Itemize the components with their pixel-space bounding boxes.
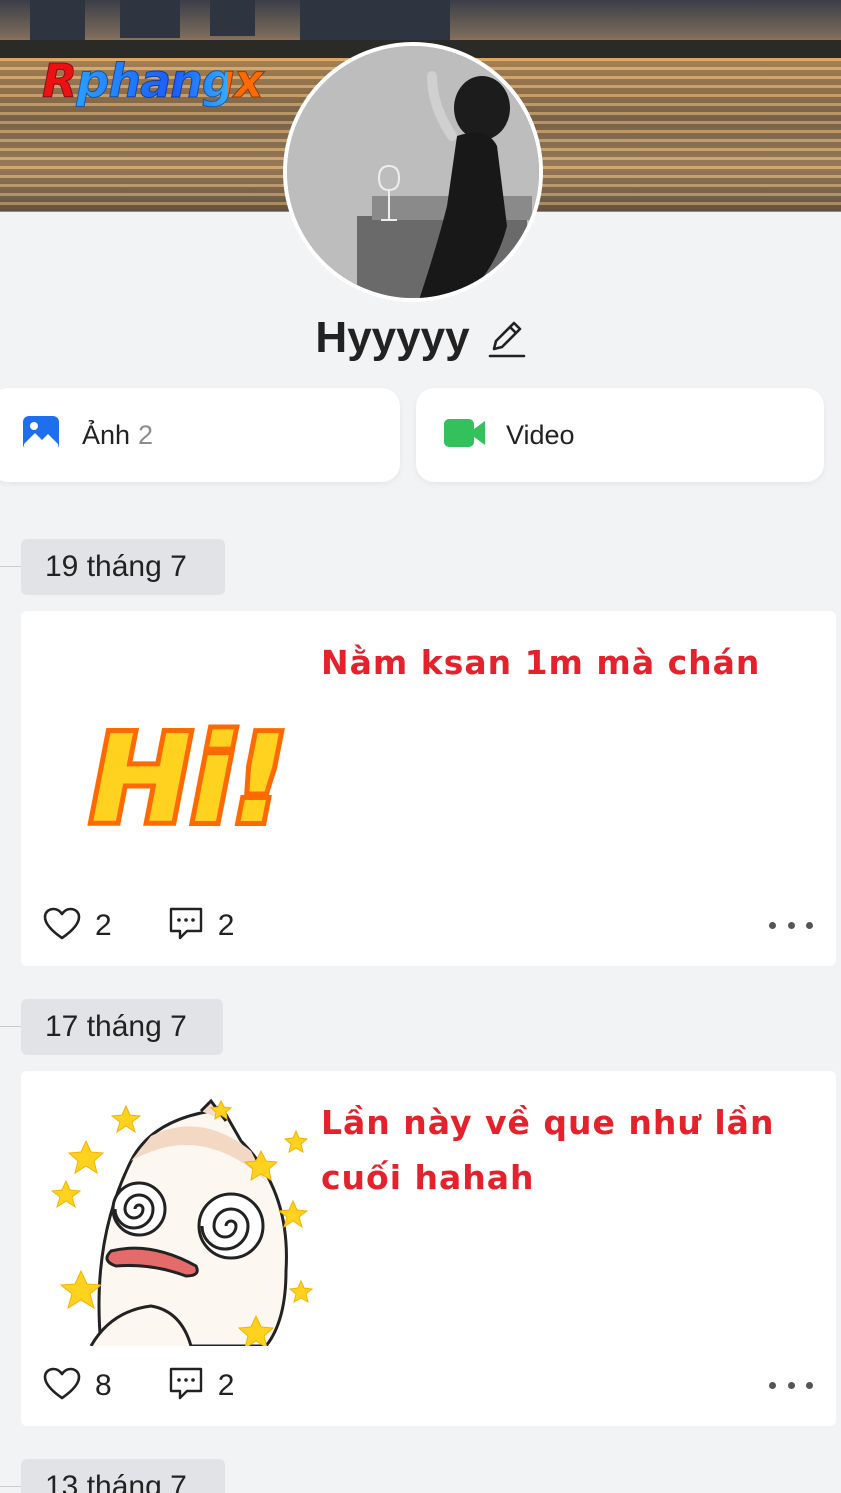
comment-count: 2 <box>217 1369 235 1402</box>
date-badge: 19 tháng 7 <box>21 539 225 595</box>
date-badge: 17 tháng 7 <box>21 999 223 1055</box>
profile-name-row: Hyyyyy <box>0 308 841 368</box>
post-caption: Lần này về que như lần cuối hahah <box>321 1103 775 1197</box>
like-button[interactable]: 2 <box>43 907 112 946</box>
post-caption: Nằm ksan 1m mà chán <box>321 643 761 682</box>
heart-icon <box>43 907 81 946</box>
videos-label: Video <box>506 419 575 450</box>
heart-icon <box>43 1367 81 1406</box>
post-actions: 2 2 <box>43 901 823 951</box>
timeline-line <box>0 566 22 567</box>
more-icon[interactable] <box>769 1373 813 1397</box>
pencil-icon[interactable] <box>488 317 526 359</box>
photo-icon <box>22 414 60 457</box>
comment-count: 2 <box>217 909 235 942</box>
comment-button[interactable]: 2 <box>168 906 235 947</box>
cover-building <box>120 0 180 38</box>
photos-button[interactable]: Ảnh 2 <box>0 388 400 482</box>
post-card[interactable]: Hi! Nằm ksan 1m mà chán 2 2 <box>21 611 836 966</box>
profile-name: Hyyyyy <box>315 313 470 362</box>
post-actions: 8 2 <box>43 1361 823 1411</box>
more-icon[interactable] <box>769 913 813 937</box>
photos-label: Ảnh <box>82 419 131 450</box>
watermark-logo: Rphangx <box>41 54 263 109</box>
hi-sticker-text: Hi! <box>91 711 287 850</box>
date-badge: 13 tháng 7 <box>21 1459 225 1493</box>
timeline-line <box>0 1486 22 1487</box>
video-camera-icon <box>444 417 486 454</box>
comment-icon <box>168 1366 204 1407</box>
cover-building <box>300 0 450 40</box>
like-count: 8 <box>95 1369 112 1402</box>
cover-building <box>210 0 255 36</box>
videos-button[interactable]: Video <box>416 388 824 482</box>
timeline-line <box>0 1026 22 1027</box>
avatar-image <box>287 46 539 298</box>
like-button[interactable]: 8 <box>43 1367 112 1406</box>
post-card[interactable]: Lần này về que như lần cuối hahah 8 2 <box>21 1071 836 1426</box>
comment-icon <box>168 906 204 947</box>
cover-building <box>30 0 85 40</box>
profile-avatar[interactable] <box>283 42 543 302</box>
comment-button[interactable]: 2 <box>168 1366 235 1407</box>
dizzy-cat-sticker <box>50 1091 321 1350</box>
like-count: 2 <box>95 909 112 942</box>
photos-count: 2 <box>138 419 154 450</box>
hi-sticker: Hi! <box>69 631 309 871</box>
